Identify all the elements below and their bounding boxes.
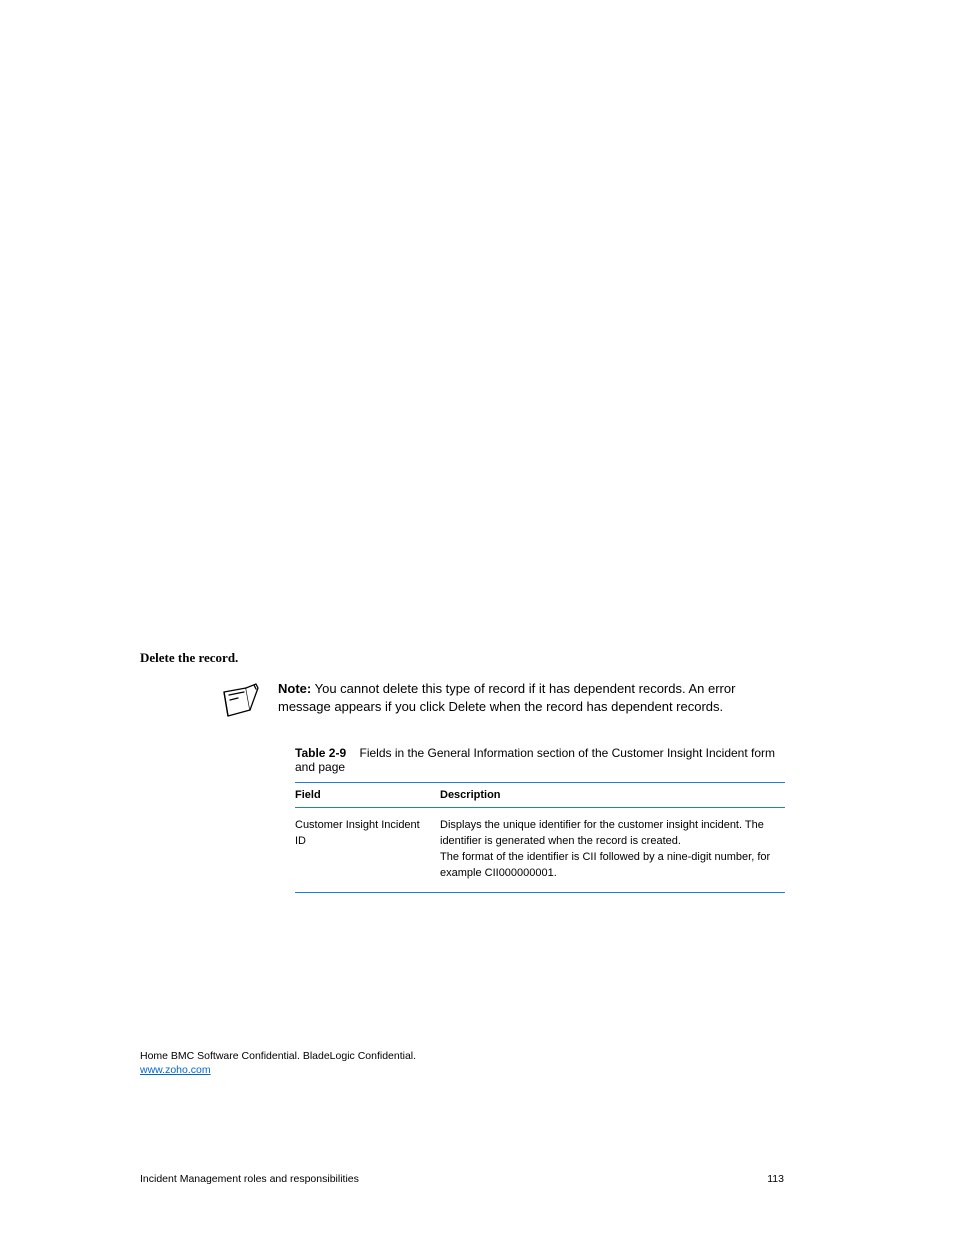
footer-page-number: 113 [767, 1173, 784, 1185]
numbered-step-heading: Delete the record. [140, 650, 784, 666]
fields-table: Field Description Customer Insight Incid… [295, 782, 785, 893]
table-header-field: Field [295, 783, 440, 808]
running-head-url[interactable]: www.zoho.com [140, 1064, 211, 1076]
page-footer: Incident Management roles and responsibi… [0, 1173, 954, 1185]
running-head: Home BMC Software Confidential. BladeLog… [0, 1050, 954, 1076]
table-cell-description: Displays the unique identifier for the c… [440, 808, 785, 893]
note-body: You cannot delete this type of record if… [278, 681, 735, 714]
note-block: Note: You cannot delete this type of rec… [218, 680, 784, 722]
running-head-line1: Home BMC Software Confidential. BladeLog… [140, 1050, 784, 1062]
table-cell-field: Customer Insight Incident ID [295, 808, 440, 893]
table-caption-number: Table 2-9 [295, 746, 346, 760]
table-caption-text: Fields in the General Information sectio… [295, 746, 775, 774]
table-row: Customer Insight Incident ID Displays th… [295, 808, 785, 893]
note-icon [218, 680, 278, 722]
footer-section-title: Incident Management roles and responsibi… [140, 1173, 359, 1185]
table-header-description: Description [440, 783, 785, 808]
note-label: Note: [278, 681, 311, 696]
note-text: Note: You cannot delete this type of rec… [278, 680, 784, 716]
table-caption: Table 2-9 Fields in the General Informat… [295, 746, 784, 774]
